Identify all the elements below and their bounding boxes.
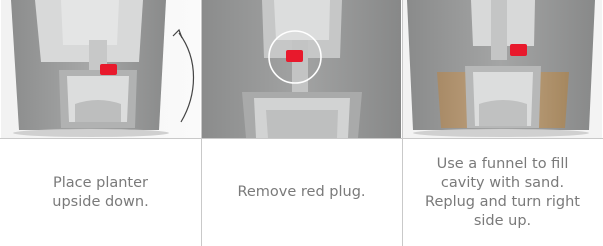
step-3-text: Use a funnel to fill cavity with sand. R… — [425, 155, 580, 229]
instruction-grid: Place planter upside down. Remove red pl… — [0, 0, 603, 246]
vertical-divider-2 — [402, 0, 403, 246]
step-1-panel: Place planter upside down. — [0, 0, 201, 246]
planter-upside-down-image — [1, 0, 200, 138]
vertical-divider-1 — [201, 0, 202, 246]
step-2-caption: Remove red plug. — [201, 139, 402, 246]
step-3-panel: Use a funnel to fill cavity with sand. R… — [402, 0, 603, 246]
fill-sand-image — [403, 0, 602, 138]
step-3-illustration — [403, 0, 602, 138]
step-1-illustration — [1, 0, 200, 138]
step-1-text: Place planter upside down. — [52, 174, 149, 210]
step-3-caption: Use a funnel to fill cavity with sand. R… — [402, 139, 603, 246]
step-2-text: Remove red plug. — [237, 184, 366, 200]
step-1-caption: Place planter upside down. — [0, 139, 201, 246]
step-2-panel: Remove red plug. — [201, 0, 402, 246]
horizontal-divider — [0, 138, 603, 139]
remove-plug-image — [202, 0, 401, 138]
step-2-illustration — [202, 0, 401, 138]
